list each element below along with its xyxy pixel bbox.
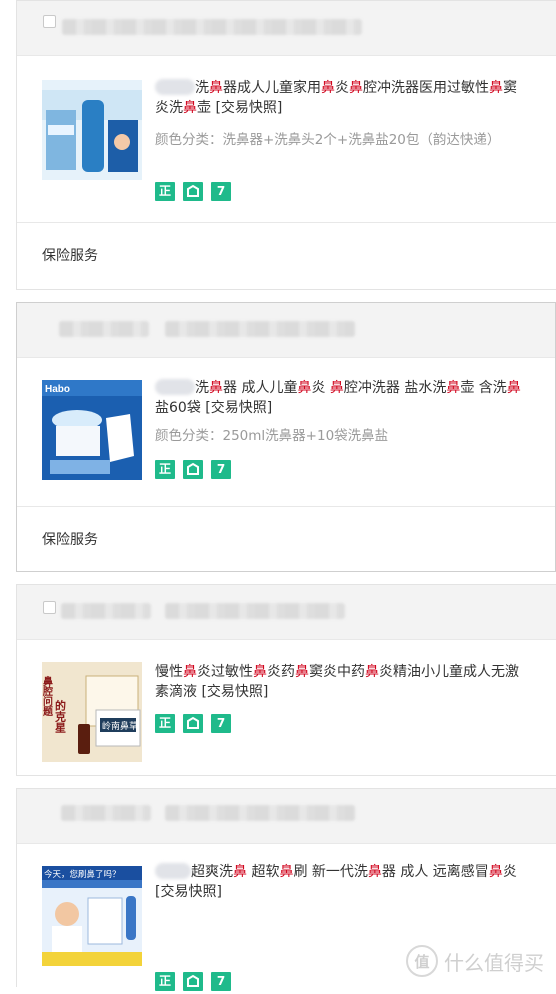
title-fragment: 炎过敏性 xyxy=(197,664,253,680)
title-fragment: 超爽洗 xyxy=(191,864,233,880)
title-fragment: 腔冲洗器医用过敏性 xyxy=(363,80,489,96)
blurred-shop-info xyxy=(62,19,362,35)
title-fragment: 洗 xyxy=(195,80,209,96)
badge-row: 正 7 xyxy=(155,460,231,479)
title-fragment: 炎药 xyxy=(267,664,295,680)
authentic-badge: 正 xyxy=(155,714,175,733)
shop-header xyxy=(17,585,556,640)
keyword-highlight: 鼻 xyxy=(446,380,461,396)
badge-row: 正 7 xyxy=(155,182,231,201)
title-fragment: 壶 含洗 xyxy=(460,380,507,396)
keyword-highlight: 鼻 xyxy=(349,80,363,96)
keyword-highlight: 鼻 xyxy=(488,864,503,880)
shop-header xyxy=(17,303,555,358)
title-fragment: 炎 xyxy=(335,80,349,96)
order-card: Habo 洗鼻器 成人儿童鼻炎 鼻腔冲洗器 盐水洗鼻壶 含洗鼻盐60袋 [交易快… xyxy=(16,302,556,572)
badge-row: 正 7 xyxy=(155,972,231,991)
product-thumbnail[interactable]: Habo xyxy=(42,380,142,480)
shop-header xyxy=(17,1,556,56)
consumer-guarantee-icon xyxy=(183,714,203,733)
title-fragment: 器成人儿童家用 xyxy=(223,80,321,96)
order-item: 洗鼻器成人儿童家用鼻炎鼻腔冲洗器医用过敏性鼻窦炎洗鼻壶 [交易快照] 颜色分类：… xyxy=(17,56,556,222)
product-title[interactable]: 洗鼻器 成人儿童鼻炎 鼻腔冲洗器 盐水洗鼻壶 含洗鼻盐60袋 [交易快照] xyxy=(155,378,527,418)
select-checkbox[interactable] xyxy=(43,15,56,28)
product-title[interactable]: 慢性鼻炎过敏性鼻炎药鼻窦炎中药鼻炎精油小儿童成人无激素滴液 [交易快照] xyxy=(155,662,527,702)
sku-text: 颜色分类：洗鼻器+洗鼻头2个+洗鼻盐20包（韵达快递） xyxy=(155,132,501,148)
consumer-guarantee-icon xyxy=(183,972,203,991)
order-item: 鼻腔问题 的克星 岭南鼻草 慢性鼻炎过敏性鼻炎药鼻窦炎中药鼻炎精油小儿童成人无激… xyxy=(17,640,556,776)
blurred-shop-info xyxy=(59,321,149,337)
title-fragment: 器 成人 远离感冒 xyxy=(381,864,489,880)
sku-text: 颜色分类：250ml洗鼻器+10袋洗鼻盐 xyxy=(155,428,389,444)
thumb-brand: Habo xyxy=(45,384,70,395)
blurred-text xyxy=(155,379,195,395)
blurred-shop-info xyxy=(61,805,151,821)
title-text: 洗鼻器 成人儿童鼻炎 鼻腔冲洗器 盐水洗鼻壶 含洗鼻盐60袋 [交易快照] xyxy=(155,380,521,416)
authentic-badge: 正 xyxy=(155,972,175,991)
keyword-highlight: 鼻 xyxy=(367,864,382,880)
product-thumbnail[interactable]: 鼻腔问题 的克星 岭南鼻草 xyxy=(42,662,142,762)
title-fragment: 慢性 xyxy=(155,664,183,680)
keyword-highlight: 鼻 xyxy=(489,80,503,96)
insurance-service[interactable]: 保险服务 xyxy=(17,222,556,289)
seven-day-return-badge: 7 xyxy=(211,714,231,733)
keyword-highlight: 鼻 xyxy=(233,864,247,880)
keyword-highlight: 鼻 xyxy=(183,100,197,116)
title-text: 慢性鼻炎过敏性鼻炎药鼻窦炎中药鼻炎精油小儿童成人无激素滴液 [交易快照] xyxy=(155,664,519,700)
title-fragment: 超软 xyxy=(247,864,280,880)
watermark-logo-icon: 值 xyxy=(406,945,438,977)
product-thumbnail[interactable] xyxy=(42,80,142,180)
keyword-highlight: 鼻 xyxy=(297,380,312,396)
keyword-highlight: 鼻 xyxy=(209,80,223,96)
title-text: 洗鼻器成人儿童家用鼻炎鼻腔冲洗器医用过敏性鼻窦炎洗鼻壶 [交易快照] xyxy=(155,80,517,116)
title-fragment: 洗 xyxy=(195,380,209,396)
insurance-service[interactable]: 保险服务 xyxy=(17,506,555,573)
order-item: Habo 洗鼻器 成人儿童鼻炎 鼻腔冲洗器 盐水洗鼻壶 含洗鼻盐60袋 [交易快… xyxy=(17,358,555,506)
shop-header xyxy=(17,789,556,844)
thumb-slogan: 今天，您刷鼻了吗？ xyxy=(44,869,121,880)
keyword-highlight: 鼻 xyxy=(321,80,335,96)
title-fragment: 刷 新一代洗 xyxy=(293,864,368,880)
watermark-text: 什么值得买 xyxy=(444,950,544,975)
blurred-shop-info xyxy=(61,603,151,619)
authentic-badge: 正 xyxy=(155,460,175,479)
keyword-highlight: 鼻 xyxy=(295,664,309,680)
title-fragment: 盐60袋 [交易快照] xyxy=(155,400,273,416)
select-checkbox[interactable] xyxy=(43,601,56,614)
seven-day-return-badge: 7 xyxy=(211,182,231,201)
badge-row: 正 7 xyxy=(155,714,231,733)
seven-day-return-badge: 7 xyxy=(211,972,231,991)
keyword-highlight: 鼻 xyxy=(506,380,521,396)
keyword-highlight: 鼻 xyxy=(183,664,197,680)
keyword-highlight: 鼻 xyxy=(209,380,223,396)
consumer-guarantee-icon xyxy=(183,182,203,201)
keyword-highlight: 鼻 xyxy=(329,380,344,396)
keyword-highlight: 鼻 xyxy=(279,864,294,880)
authentic-badge: 正 xyxy=(155,182,175,201)
blurred-shop-info xyxy=(165,805,355,821)
consumer-guarantee-icon xyxy=(183,460,203,479)
keyword-highlight: 鼻 xyxy=(365,664,379,680)
blurred-shop-info xyxy=(165,321,355,337)
title-fragment: 器 成人儿童 xyxy=(223,380,298,396)
product-thumbnail[interactable]: 今天，您刷鼻了吗？ xyxy=(42,866,142,966)
site-watermark: 值 什么值得买 xyxy=(406,945,544,977)
title-fragment: 壶 [交易快照] xyxy=(197,100,283,116)
order-card: 洗鼻器成人儿童家用鼻炎鼻腔冲洗器医用过敏性鼻窦炎洗鼻壶 [交易快照] 颜色分类：… xyxy=(16,0,556,290)
product-title[interactable]: 洗鼻器成人儿童家用鼻炎鼻腔冲洗器医用过敏性鼻窦炎洗鼻壶 [交易快照] xyxy=(155,78,527,118)
blurred-text xyxy=(155,863,191,879)
title-fragment: 炎 xyxy=(311,380,330,396)
title-fragment: 窦炎中药 xyxy=(309,664,365,680)
title-fragment: 腔冲洗器 盐水洗 xyxy=(343,380,447,396)
blurred-text xyxy=(155,79,195,95)
seven-day-return-badge: 7 xyxy=(211,460,231,479)
thumb-brand: 岭南鼻草 xyxy=(102,720,138,732)
product-title[interactable]: 超爽洗鼻 超软鼻刷 新一代洗鼻器 成人 远离感冒鼻炎 [交易快照] xyxy=(155,862,527,902)
order-card: 鼻腔问题 的克星 岭南鼻草 慢性鼻炎过敏性鼻炎药鼻窦炎中药鼻炎精油小儿童成人无激… xyxy=(16,584,556,776)
title-text: 超爽洗鼻 超软鼻刷 新一代洗鼻器 成人 远离感冒鼻炎 [交易快照] xyxy=(155,864,517,900)
thumb-slogan: 的克星 xyxy=(54,699,67,733)
keyword-highlight: 鼻 xyxy=(253,664,267,680)
blurred-shop-info xyxy=(165,603,345,619)
